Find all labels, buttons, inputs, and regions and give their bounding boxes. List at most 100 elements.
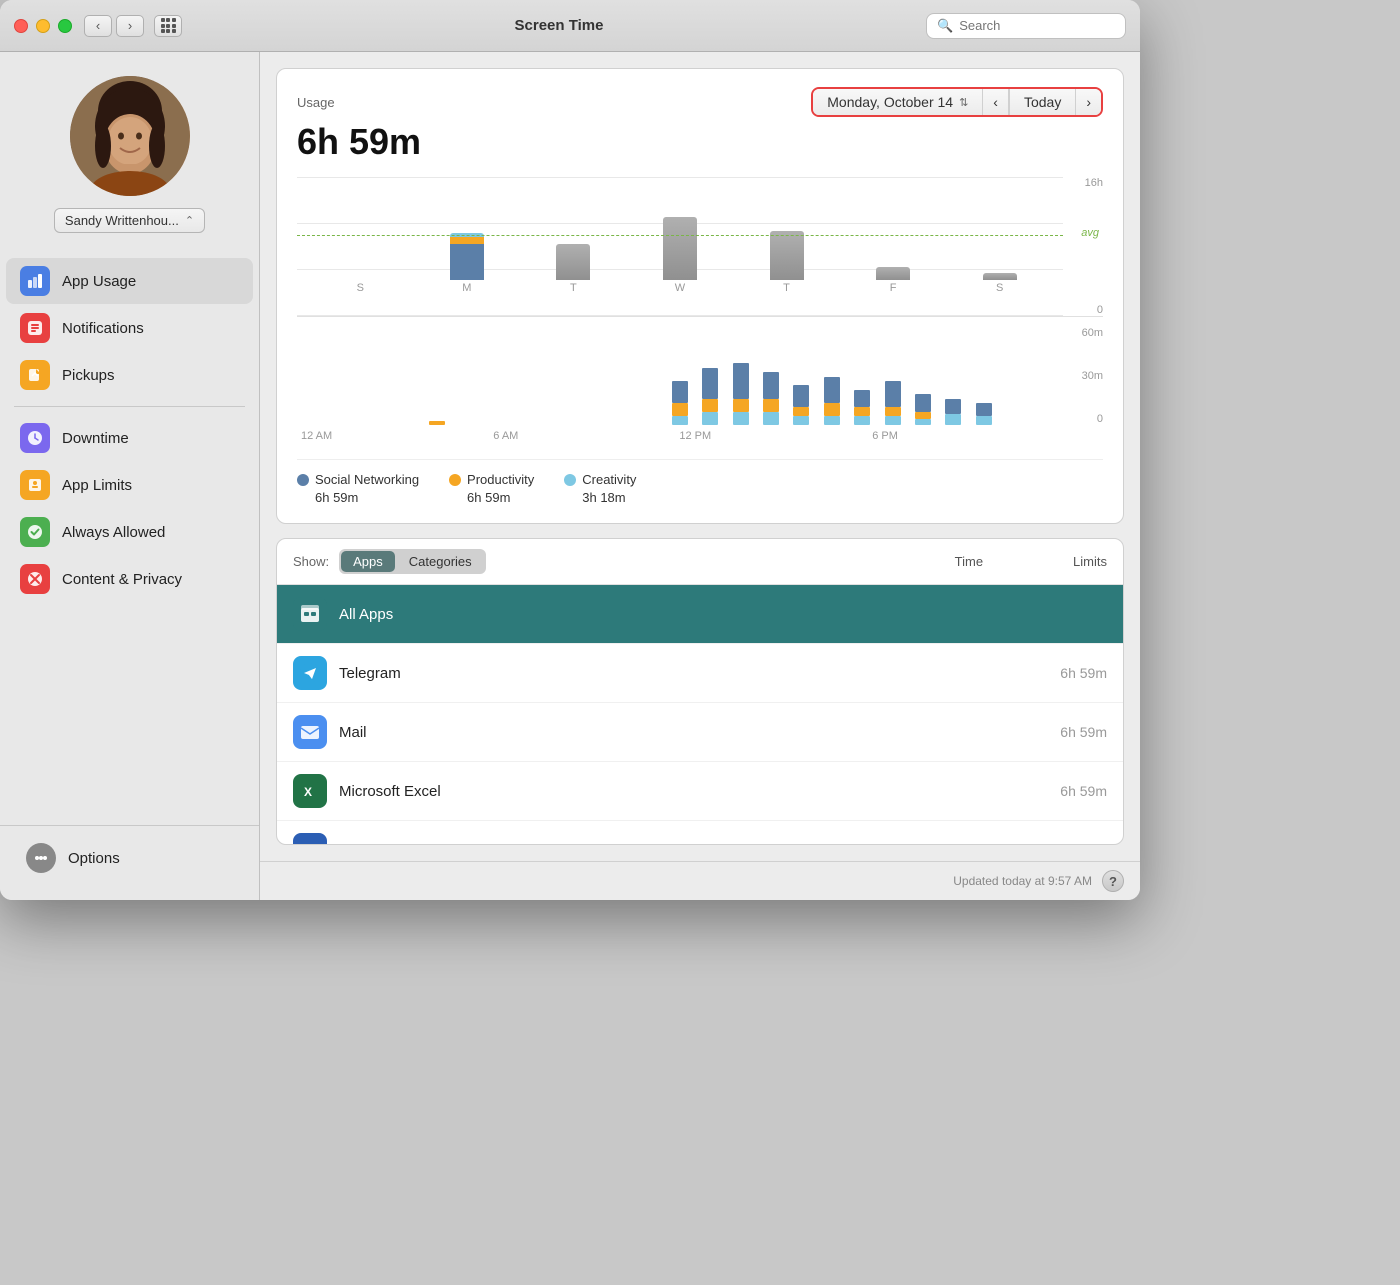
content-area: Usage Monday, October 14 ⇅ ‹ Today › 6h … (260, 52, 1140, 900)
sidebar-label-downtime: Downtime (62, 430, 129, 447)
svg-text:W: W (304, 844, 316, 845)
legend-creativity: Creativity 3h 18m (564, 472, 636, 505)
minimize-button[interactable] (36, 19, 50, 33)
app-name-telegram: Telegram (339, 665, 1025, 682)
legend-social: Social Networking 6h 59m (297, 472, 419, 505)
usage-card: Usage Monday, October 14 ⇅ ‹ Today › 6h … (276, 68, 1124, 524)
sidebar-label-options: Options (68, 850, 120, 867)
grid-view-button[interactable] (154, 15, 182, 37)
date-nav[interactable]: Monday, October 14 ⇅ ‹ Today › (811, 87, 1103, 117)
sidebar-item-options[interactable]: Options (12, 835, 247, 881)
sidebar-nav: App Usage Notifications (0, 251, 259, 825)
legend-time-creativity: 3h 18m (564, 490, 636, 505)
mail-icon (293, 715, 327, 749)
sidebar-item-app-limits[interactable]: App Limits (6, 462, 253, 508)
back-button[interactable]: ‹ (84, 15, 112, 37)
apps-header: Show: Apps Categories Time Limits (277, 539, 1123, 585)
weekly-chart-x-labels (297, 294, 1063, 316)
excel-icon: X (293, 774, 327, 808)
main-window: ‹ › Screen Time 🔍 (0, 0, 1140, 900)
sidebar-item-notifications[interactable]: Notifications (6, 305, 253, 351)
sidebar-item-always-allowed[interactable]: Always Allowed (6, 509, 253, 555)
avatar-section: Sandy Writtenhou... ⌃ (0, 52, 259, 251)
window-title: Screen Time (192, 17, 926, 34)
sidebar-label-pickups: Pickups (62, 367, 115, 384)
content-privacy-icon (20, 564, 50, 594)
date-display[interactable]: Monday, October 14 ⇅ (813, 89, 983, 115)
legend-dot-social (297, 474, 309, 486)
hourly-chart: 12 AM 6 AM 12 PM 6 PM 60m 30m 0 (297, 327, 1103, 447)
hourly-chart-bars (297, 327, 1063, 425)
sidebar-item-pickups[interactable]: Pickups (6, 352, 253, 398)
app-name-word: Microsoft Word (339, 842, 1025, 846)
usage-label: Usage (297, 95, 335, 110)
status-text: Updated today at 9:57 AM (953, 874, 1092, 888)
hourly-x-6pm: 6 PM (872, 430, 898, 442)
search-box[interactable]: 🔍 (926, 13, 1126, 39)
col-header-limits: Limits (1073, 554, 1107, 569)
legend-time-social: 6h 59m (297, 490, 419, 505)
apps-card: Show: Apps Categories Time Limits (276, 538, 1124, 845)
always-allowed-icon (20, 517, 50, 547)
app-row-mail[interactable]: Mail 6h 59m (277, 703, 1123, 762)
svg-text:X: X (304, 785, 312, 799)
sidebar-item-downtime[interactable]: Downtime (6, 415, 253, 461)
help-button[interactable]: ? (1102, 870, 1124, 892)
weekly-y-label-16h: 16h (1065, 177, 1103, 189)
all-apps-icon (293, 597, 327, 631)
app-row-all-apps[interactable]: All Apps (277, 585, 1123, 644)
app-row-word[interactable]: W Microsoft Word 6h 59m (277, 821, 1123, 845)
tab-group: Apps Categories (339, 549, 486, 574)
app-row-telegram[interactable]: Telegram 6h 59m (277, 644, 1123, 703)
tab-apps[interactable]: Apps (341, 551, 395, 572)
grid-icon (161, 18, 176, 33)
tab-categories[interactable]: Categories (397, 551, 484, 572)
close-button[interactable] (14, 19, 28, 33)
sidebar-label-app-limits: App Limits (62, 477, 132, 494)
hourly-x-12pm: 12 PM (679, 430, 711, 442)
hourly-y-0: 0 (1065, 413, 1103, 425)
app-name-mail: Mail (339, 724, 1025, 741)
downtime-icon (20, 423, 50, 453)
hourly-chart-x-labels: 12 AM 6 AM 12 PM 6 PM (297, 425, 1063, 447)
hourly-y-30m: 30m (1065, 370, 1103, 382)
hourly-chart-y-labels: 60m 30m 0 (1065, 327, 1103, 425)
weekly-y-label-0: 0 (1065, 304, 1103, 316)
sidebar-item-app-usage[interactable]: App Usage (6, 258, 253, 304)
hourly-x-6am: 6 AM (493, 430, 518, 442)
status-bar: Updated today at 9:57 AM ? (260, 861, 1140, 900)
app-limits-icon (20, 470, 50, 500)
pickups-icon (20, 360, 50, 390)
app-row-excel[interactable]: X Microsoft Excel 6h 59m (277, 762, 1123, 821)
main-layout: Sandy Writtenhou... ⌃ App Usage (0, 52, 1140, 900)
next-date-button[interactable]: › (1076, 89, 1101, 115)
app-time-excel: 6h 59m (1037, 783, 1107, 799)
col-header-time: Time (955, 554, 983, 569)
show-label: Show: (293, 554, 329, 569)
traffic-lights (14, 19, 72, 33)
app-time-mail: 6h 59m (1037, 724, 1107, 740)
avatar (70, 76, 190, 196)
usage-total-time: 6h 59m (297, 121, 1103, 163)
usage-header: Usage Monday, October 14 ⇅ ‹ Today › (297, 87, 1103, 117)
forward-button[interactable]: › (116, 15, 144, 37)
search-input[interactable] (959, 18, 1115, 33)
search-icon: 🔍 (937, 18, 953, 34)
legend-productivity: Productivity 6h 59m (449, 472, 534, 505)
prev-date-button[interactable]: ‹ (983, 89, 1009, 115)
sidebar-divider (14, 406, 245, 407)
telegram-icon (293, 656, 327, 690)
today-button[interactable]: Today (1009, 89, 1076, 115)
sidebar-bottom: Options (0, 825, 259, 890)
sidebar-label-notifications: Notifications (62, 320, 144, 337)
weekly-chart-bars: SMTWTFS (297, 177, 1063, 294)
notifications-icon (20, 313, 50, 343)
legend-name-creativity: Creativity (582, 472, 636, 487)
user-selector[interactable]: Sandy Writtenhou... ⌃ (54, 208, 205, 233)
sidebar-label-app-usage: App Usage (62, 273, 136, 290)
sidebar-label-content-privacy: Content & Privacy (62, 571, 182, 588)
sidebar-item-content-privacy[interactable]: Content & Privacy (6, 556, 253, 602)
weekly-chart-y-labels: 16h 0 (1065, 177, 1103, 316)
chevron-down-icon: ⌃ (185, 214, 194, 227)
fullscreen-button[interactable] (58, 19, 72, 33)
